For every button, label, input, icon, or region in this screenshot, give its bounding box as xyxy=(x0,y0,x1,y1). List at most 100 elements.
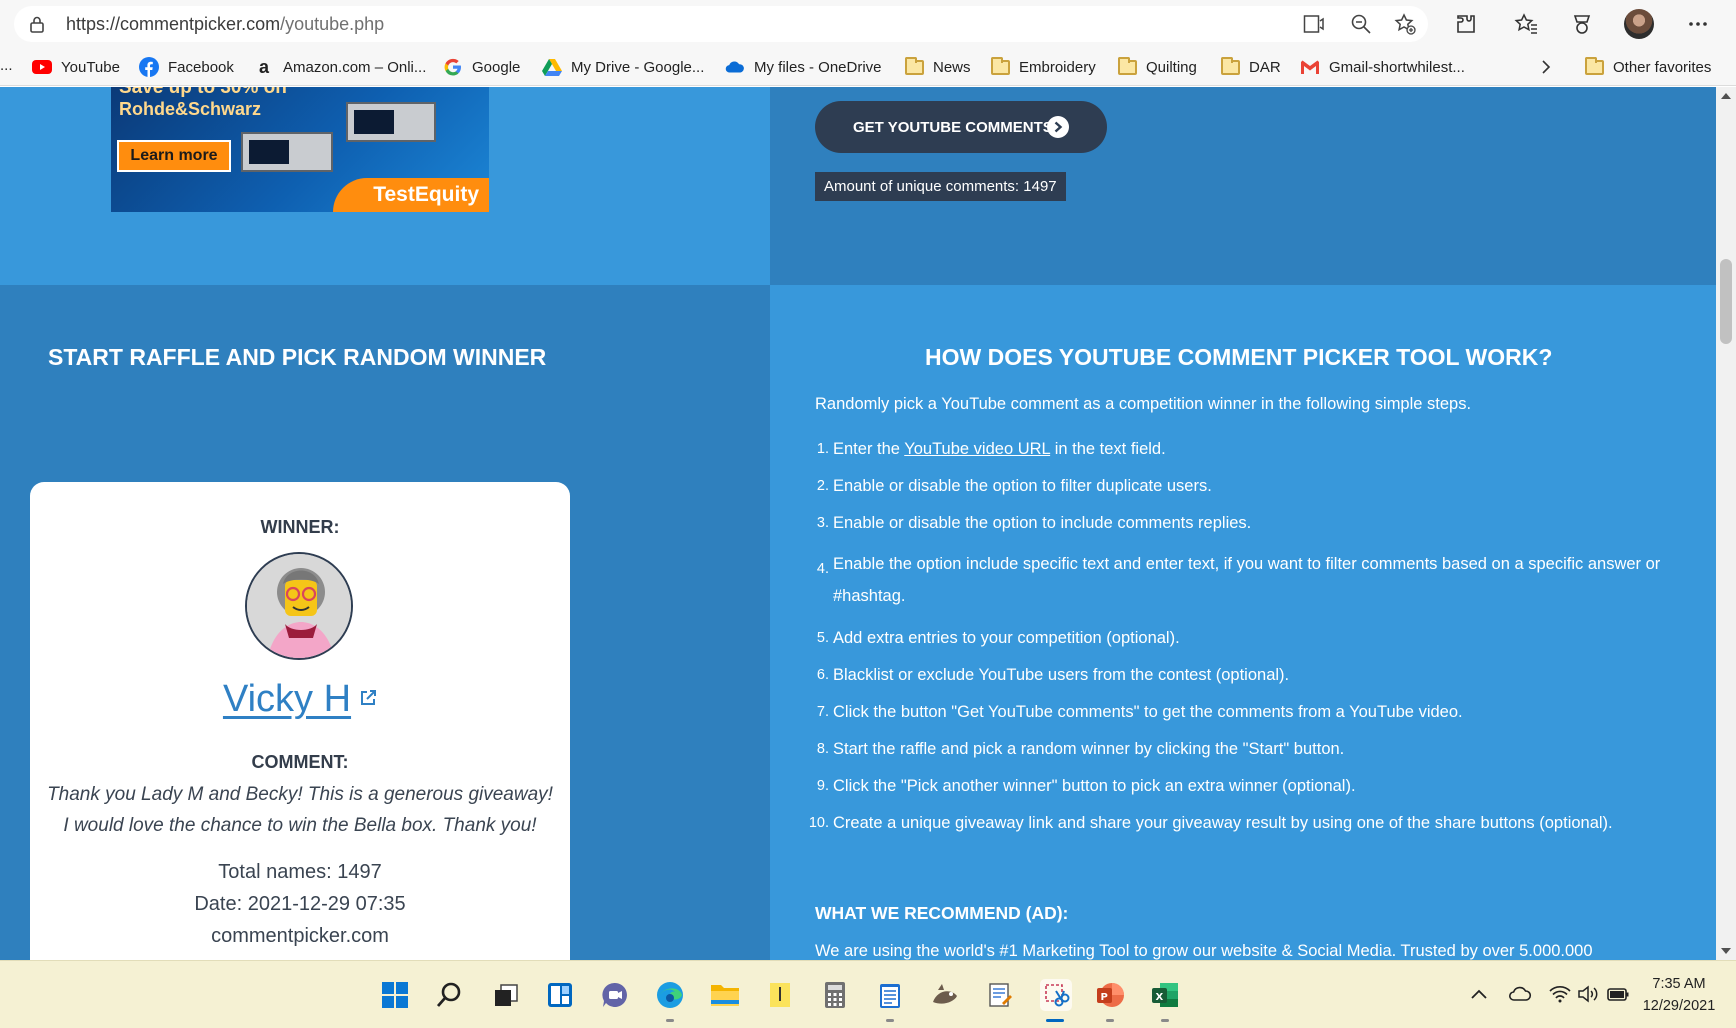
battery-icon[interactable] xyxy=(1606,983,1630,1005)
excel-icon[interactable]: X xyxy=(1149,979,1181,1011)
favorite-google-drive[interactable]: My Drive - Google... xyxy=(542,56,704,78)
favorites-icon[interactable] xyxy=(1512,10,1540,38)
step-text: Click the button "Get YouTube comments" … xyxy=(833,703,1463,721)
get-youtube-comments-button[interactable]: GET YOUTUBE COMMENTS xyxy=(815,101,1107,153)
step-number: 3. xyxy=(816,515,829,531)
folder-icon xyxy=(1220,56,1240,76)
scroll-up-icon[interactable] xyxy=(1721,93,1731,99)
scrollbar-thumb[interactable] xyxy=(1720,259,1732,344)
app-running-indicator xyxy=(1106,1019,1114,1022)
youtube-video-url-link[interactable]: YouTube video URL xyxy=(904,440,1050,458)
ad-section: Save up to 30% on Rohde&Schwarz Learn mo… xyxy=(0,87,770,285)
teams-chat-icon[interactable] xyxy=(599,979,631,1011)
step-item: 10. Create a unique giveaway link and sh… xyxy=(809,812,1675,834)
step-number: 5. xyxy=(816,630,829,646)
step-item: 5. Add extra entries to your competition… xyxy=(815,627,1675,649)
immersive-reader-icon[interactable] xyxy=(1302,11,1328,37)
sticky-notes-icon[interactable] xyxy=(764,979,796,1011)
favorites-chevron-icon[interactable] xyxy=(1540,56,1552,78)
scroll-down-icon[interactable] xyxy=(1721,948,1731,954)
more-menu-icon[interactable] xyxy=(1684,10,1712,38)
start-menu-icon[interactable] xyxy=(379,979,411,1011)
edge-browser-icon[interactable] xyxy=(654,979,686,1011)
winner-card: WINNER: Vicky H COMMENT: Thank you Lady … xyxy=(30,482,570,960)
notepad-icon[interactable] xyxy=(874,979,906,1011)
folder-icon xyxy=(1584,56,1604,76)
external-link-icon[interactable] xyxy=(359,674,377,717)
ad-headline: Save up to 30% on xyxy=(119,87,287,98)
profile-avatar[interactable] xyxy=(1624,9,1654,39)
total-names: Total names: 1497 xyxy=(218,861,382,883)
favorite-folder-quilting[interactable]: Quilting xyxy=(1117,56,1197,78)
step-item: 2. Enable or disable the option to filte… xyxy=(815,475,1675,497)
favorite-folder-dar[interactable]: DAR xyxy=(1220,56,1281,78)
favorite-label: Embroidery xyxy=(1019,58,1096,76)
ad-banner[interactable]: Save up to 30% on Rohde&Schwarz Learn mo… xyxy=(111,87,489,212)
svg-text:P: P xyxy=(1101,992,1108,1003)
step-text: Click the "Pick another winner" button t… xyxy=(833,777,1356,795)
how-it-works-section: HOW DOES YOUTUBE COMMENT PICKER TOOL WOR… xyxy=(770,285,1716,960)
favorite-folder-news[interactable]: News xyxy=(904,56,971,78)
wifi-icon[interactable] xyxy=(1548,983,1572,1005)
browser-toolbar: https://commentpicker.com/youtube.php xyxy=(0,0,1736,48)
get-comments-section: GET YOUTUBE COMMENTS Amount of unique co… xyxy=(770,87,1716,285)
rewards-icon[interactable] xyxy=(1568,10,1596,38)
volume-icon[interactable] xyxy=(1576,983,1600,1005)
ad-learn-more-button[interactable]: Learn more xyxy=(117,140,231,172)
other-favorites-label: Other favorites xyxy=(1613,58,1712,76)
favorite-google[interactable]: Google xyxy=(443,56,520,78)
extensions-icon[interactable] xyxy=(1452,10,1480,38)
zoom-out-icon[interactable] xyxy=(1348,11,1374,37)
page-content: Save up to 30% on Rohde&Schwarz Learn mo… xyxy=(0,87,1716,960)
lock-icon[interactable] xyxy=(28,15,46,33)
url-text[interactable]: https://commentpicker.com/youtube.php xyxy=(66,14,384,35)
favorite-youtube[interactable]: YouTube xyxy=(32,56,120,78)
show-hidden-icons-chevron-icon[interactable] xyxy=(1467,983,1491,1005)
step-text: Enable the option include specific text … xyxy=(833,555,1661,605)
favorites-overflow[interactable]: ... xyxy=(0,54,13,76)
favorite-label: My files - OneDrive xyxy=(754,58,882,76)
address-bar[interactable]: https://commentpicker.com/youtube.php xyxy=(14,6,1428,42)
google-icon xyxy=(443,58,463,76)
favorite-gmail[interactable]: Gmail-shortwhilest... xyxy=(1300,56,1465,78)
app-running-indicator xyxy=(1161,1019,1169,1022)
powerpoint-icon[interactable]: P xyxy=(1094,979,1126,1011)
winner-avatar[interactable] xyxy=(245,552,353,660)
snipping-tool-icon[interactable] xyxy=(1040,979,1072,1011)
how-it-works-intro: Randomly pick a YouTube comment as a com… xyxy=(815,395,1472,413)
vertical-scrollbar[interactable] xyxy=(1716,87,1736,960)
favorite-onedrive[interactable]: My files - OneDrive xyxy=(725,56,882,78)
favorite-label: News xyxy=(933,58,971,76)
raffle-date: Date: 2021-12-29 07:35 xyxy=(194,893,406,915)
other-favorites[interactable]: Other favorites xyxy=(1584,56,1711,78)
unique-comments-badge: Amount of unique comments: 1497 xyxy=(815,172,1066,201)
favorite-folder-embroidery[interactable]: Embroidery xyxy=(990,56,1096,78)
url-host: https://commentpicker.com xyxy=(66,13,281,34)
calculator-icon[interactable] xyxy=(819,979,851,1011)
gimp-icon[interactable] xyxy=(929,979,961,1011)
app-active-indicator xyxy=(1046,1019,1064,1022)
add-favorite-icon[interactable] xyxy=(1392,11,1418,37)
favorite-facebook[interactable]: Facebook xyxy=(139,56,234,78)
svg-text:X: X xyxy=(1156,992,1164,1003)
ad-equipment-image xyxy=(346,102,436,142)
step-text: Enter the xyxy=(833,440,905,458)
favorite-label: Quilting xyxy=(1146,58,1197,76)
amazon-icon: a xyxy=(258,56,269,77)
step-item: 4. Enable the option include specific te… xyxy=(815,548,1675,612)
arrow-right-icon xyxy=(1047,116,1069,138)
document-tool-icon[interactable] xyxy=(984,979,1016,1011)
onedrive-cloud-icon[interactable] xyxy=(1508,983,1532,1005)
winner-name-link[interactable]: Vicky H xyxy=(223,678,351,720)
file-explorer-icon[interactable] xyxy=(709,979,741,1011)
step-item: 9. Click the "Pick another winner" butto… xyxy=(815,775,1675,797)
step-number: 7. xyxy=(816,704,829,720)
favorite-label: YouTube xyxy=(61,58,120,76)
task-view-icon[interactable] xyxy=(490,979,522,1011)
search-icon[interactable] xyxy=(434,979,466,1011)
step-text: Create a unique giveaway link and share … xyxy=(833,814,1613,832)
favorite-amazon[interactable]: a Amazon.com – Onli... xyxy=(254,56,426,78)
widgets-icon[interactable] xyxy=(544,979,576,1011)
recommend-title: WHAT WE RECOMMEND (AD): xyxy=(815,903,1069,923)
system-clock[interactable]: 7:35 AM 12/29/2021 xyxy=(1634,973,1724,1017)
